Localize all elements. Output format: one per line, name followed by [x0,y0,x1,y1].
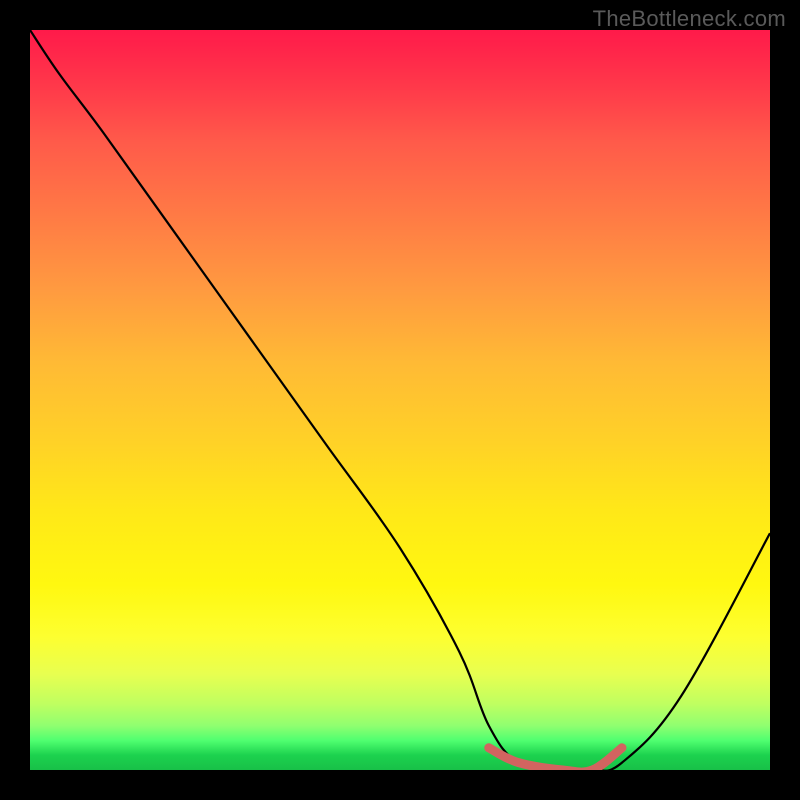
watermark-text: TheBottleneck.com [593,6,786,32]
bottleneck-curve-path [30,30,770,770]
curve-svg [30,30,770,770]
chart-area [30,30,770,770]
optimal-range-path [489,748,622,770]
